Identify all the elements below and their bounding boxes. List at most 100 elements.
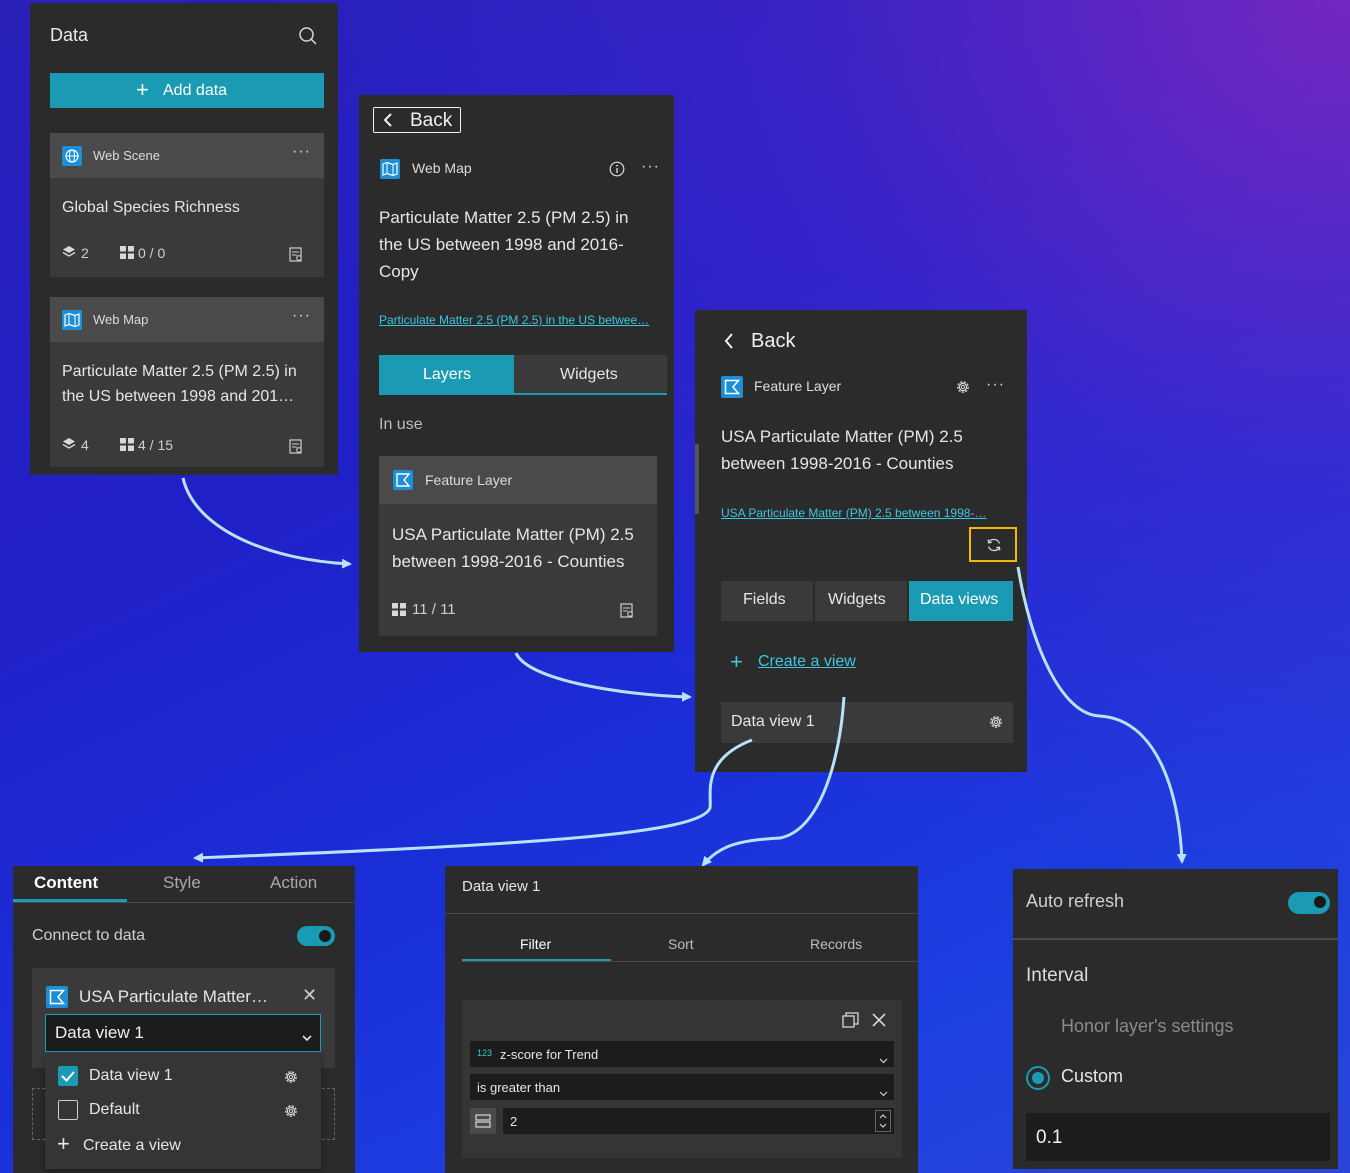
plus-icon: +: [730, 649, 743, 674]
tab-layers[interactable]: Layers: [379, 355, 514, 395]
data-view-row[interactable]: Data view 1: [721, 702, 1013, 743]
info-icon[interactable]: [609, 161, 625, 177]
arrow-dataview-to-content: [193, 738, 753, 863]
duplicate-icon[interactable]: [842, 1012, 859, 1029]
chevron-left-icon: [382, 112, 394, 128]
tab-label: Sort: [668, 936, 694, 952]
layer-title-line2: between 1998-2016 - Counties: [721, 454, 954, 473]
tab-label: Fields: [743, 591, 786, 608]
card-title: Global Species Richness: [62, 199, 240, 216]
tab-records[interactable]: Records: [751, 928, 918, 961]
data-view-panel: Data view 1 Filter Sort Records 123 z-sc…: [445, 866, 918, 1173]
interval-input[interactable]: 0.1: [1026, 1113, 1330, 1161]
item-link[interactable]: USA Particulate Matter (PM) 2.5 between …: [721, 506, 986, 520]
field-select[interactable]: 123 z-score for Trend: [470, 1041, 894, 1067]
tab-data-views[interactable]: Data views: [909, 581, 1013, 621]
more-icon[interactable]: ···: [986, 376, 1005, 394]
tab-fields[interactable]: Fields: [721, 581, 813, 621]
widgets-icon: [120, 438, 134, 451]
card-title-line2: the US between 1998 and 201…: [62, 388, 295, 405]
map-title-line2: the US between 1998 and 2016-: [379, 235, 624, 254]
arrow-refresh-to-autorefresh: [1016, 566, 1187, 864]
auto-refresh-panel: Auto refresh Interval Honor layer's sett…: [1013, 869, 1338, 1169]
connect-toggle[interactable]: [297, 926, 335, 946]
gear-icon[interactable]: [987, 713, 1005, 731]
value-input[interactable]: 2: [503, 1108, 894, 1134]
chevron-down-icon: [879, 1051, 888, 1064]
item-type: Web Map: [412, 160, 472, 176]
more-icon[interactable]: ···: [292, 143, 311, 161]
tab-label: Layers: [423, 366, 472, 383]
option-data-view-1[interactable]: Data view 1: [45, 1054, 321, 1088]
divider: [445, 913, 918, 914]
details-icon[interactable]: [620, 603, 635, 618]
details-icon[interactable]: [289, 439, 304, 454]
tab-style[interactable]: Style: [127, 866, 241, 902]
plus-icon: +: [136, 77, 149, 102]
value-text: 2: [510, 1114, 518, 1129]
tab-label: Widgets: [828, 591, 886, 608]
connect-label: Connect to data: [32, 927, 145, 944]
option-default[interactable]: Default: [45, 1090, 321, 1124]
layer-type: Feature Layer: [425, 472, 513, 488]
more-icon[interactable]: ···: [641, 158, 660, 176]
section-label: In use: [379, 416, 423, 433]
tab-action[interactable]: Action: [241, 866, 355, 902]
custom-option[interactable]: Custom: [1061, 1066, 1123, 1087]
item-type: Feature Layer: [754, 378, 842, 394]
tab-sort[interactable]: Sort: [611, 928, 751, 961]
plus-icon: +: [57, 1131, 70, 1156]
stepper-icon[interactable]: [875, 1110, 891, 1132]
gear-icon[interactable]: [282, 1102, 300, 1120]
card-title-line1: Particulate Matter 2.5 (PM 2.5) in: [62, 363, 297, 380]
feature-layer-card[interactable]: Feature Layer USA Particulate Matter (PM…: [379, 456, 657, 636]
widget-count: 0 / 0: [138, 245, 166, 261]
details-icon[interactable]: [289, 247, 304, 262]
checkbox-unchecked[interactable]: [58, 1100, 78, 1120]
web-map-card[interactable]: Web Map ··· Particulate Matter 2.5 (PM 2…: [50, 297, 324, 467]
filter-clause: 123 z-score for Trend is greater than 2: [462, 1000, 902, 1158]
web-scene-card[interactable]: Web Scene ··· Global Species Richness 2 …: [50, 133, 324, 277]
layers-icon: [62, 245, 76, 259]
source-name: USA Particulate Matter…: [79, 987, 268, 1006]
widgets-icon: [392, 603, 406, 616]
field-label: z-score for Trend: [500, 1047, 599, 1062]
back-button[interactable]: Back: [373, 107, 461, 133]
map-icon: [380, 159, 400, 179]
gear-icon[interactable]: [282, 1068, 300, 1086]
tab-filter[interactable]: Filter: [462, 928, 611, 961]
gear-icon[interactable]: [954, 378, 972, 396]
card-type: Web Scene: [93, 148, 160, 163]
tab-content[interactable]: Content: [13, 866, 127, 902]
item-link[interactable]: Particulate Matter 2.5 (PM 2.5) in the U…: [379, 313, 649, 327]
tab-label: Data views: [920, 591, 999, 608]
widget-count: 11 / 11: [412, 601, 456, 618]
value-source-icon[interactable]: [470, 1108, 496, 1134]
honor-option[interactable]: Honor layer's settings: [1061, 1016, 1234, 1037]
more-icon[interactable]: ···: [292, 307, 311, 325]
scrollbar[interactable]: [695, 444, 699, 514]
feature-layer-icon: [393, 470, 413, 490]
close-icon[interactable]: ✕: [302, 985, 317, 1006]
web-map-panel: Back Web Map ··· Particulate Matter 2.5 …: [359, 95, 674, 652]
widget-count: 4 / 15: [138, 437, 174, 453]
tab-widgets[interactable]: Widgets: [514, 355, 667, 395]
refresh-button[interactable]: [969, 527, 1017, 562]
add-data-label: Add data: [163, 82, 228, 99]
tab-widgets[interactable]: Widgets: [815, 581, 907, 621]
card-type: Web Map: [93, 312, 149, 327]
checkbox-checked[interactable]: [58, 1066, 78, 1086]
tab-label: Widgets: [560, 366, 618, 383]
operator-select[interactable]: is greater than: [470, 1074, 894, 1100]
create-view-link[interactable]: Create a view: [758, 653, 856, 671]
back-button[interactable]: Back: [721, 328, 811, 356]
auto-refresh-toggle[interactable]: [1288, 892, 1330, 914]
search-icon[interactable]: [298, 26, 318, 46]
add-data-button[interactable]: + Add data: [50, 73, 324, 108]
close-icon[interactable]: [871, 1012, 887, 1028]
data-view-select[interactable]: Data view 1: [45, 1014, 321, 1052]
layer-title-line2: between 1998-2016 - Counties: [392, 552, 625, 571]
create-view-option[interactable]: + Create a view: [45, 1126, 321, 1160]
feature-layer-icon: [46, 986, 68, 1008]
radio-selected[interactable]: [1026, 1066, 1050, 1090]
